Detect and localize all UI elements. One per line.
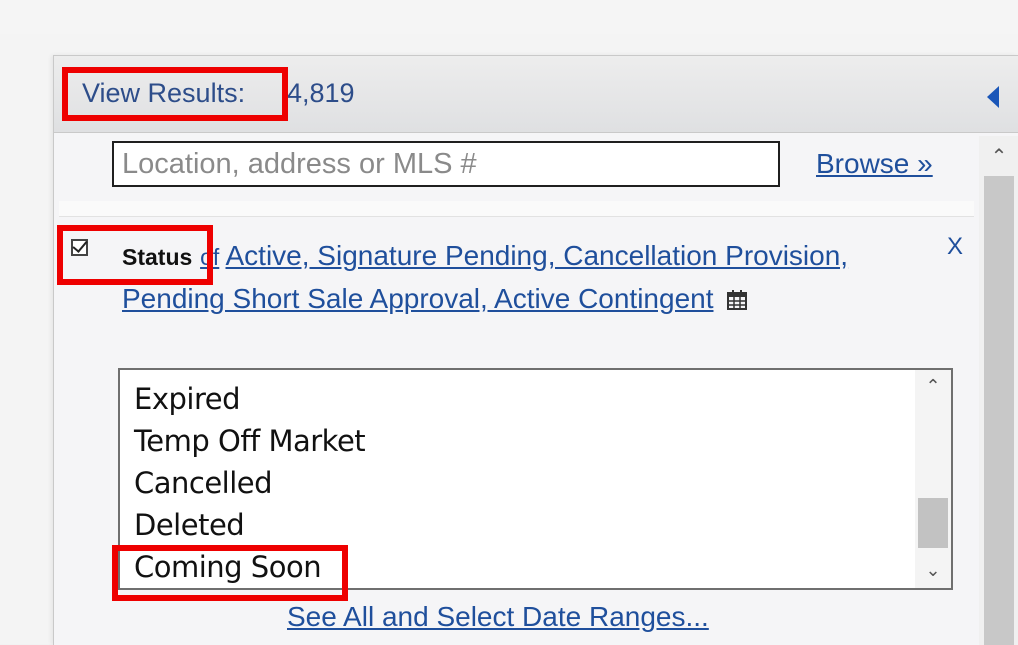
top-bar bbox=[0, 0, 1018, 35]
checkmark-icon bbox=[72, 237, 88, 253]
status-label: Status bbox=[122, 244, 193, 270]
list-item[interactable]: Expired bbox=[134, 382, 241, 416]
see-all-date-ranges-link[interactable]: See All and Select Date Ranges... bbox=[287, 601, 709, 633]
browse-link[interactable]: Browse » bbox=[816, 148, 933, 180]
status-checkbox[interactable] bbox=[71, 237, 88, 256]
list-item[interactable]: Temp Off Market bbox=[134, 424, 366, 458]
status-filter-summary: Status of Active, Signature Pending, Can… bbox=[122, 235, 902, 321]
remove-status-filter-button[interactable]: X bbox=[947, 233, 963, 261]
results-count[interactable]: 4,819 bbox=[287, 78, 355, 109]
panel-scroll-thumb[interactable] bbox=[984, 176, 1014, 645]
listbox-scroll-down-icon[interactable]: ⌄ bbox=[915, 560, 951, 581]
location-search-input[interactable] bbox=[112, 141, 780, 187]
view-results-label[interactable]: View Results: bbox=[82, 78, 245, 109]
listbox-scroll-up-icon[interactable]: ⌃ bbox=[915, 376, 951, 397]
list-item[interactable]: Cancelled bbox=[134, 466, 273, 500]
separator bbox=[59, 201, 974, 217]
results-header[interactable]: View Results: 4,819 bbox=[54, 56, 1018, 133]
calendar-icon[interactable] bbox=[727, 280, 748, 321]
search-panel: View Results: 4,819 Browse » ⌃ Status of… bbox=[53, 55, 1018, 645]
collapse-panel-icon[interactable] bbox=[987, 86, 999, 108]
listbox-scrollbar[interactable]: ⌃ ⌄ bbox=[915, 370, 951, 588]
of-connector: of bbox=[200, 244, 220, 270]
status-options-listbox[interactable]: Expired Temp Off Market Cancelled Delete… bbox=[118, 368, 953, 590]
scroll-up-icon[interactable]: ⌃ bbox=[979, 144, 1018, 169]
list-item[interactable]: Deleted bbox=[134, 508, 245, 542]
list-item-coming-soon[interactable]: Coming Soon bbox=[134, 550, 322, 584]
listbox-scroll-thumb[interactable] bbox=[918, 498, 948, 548]
